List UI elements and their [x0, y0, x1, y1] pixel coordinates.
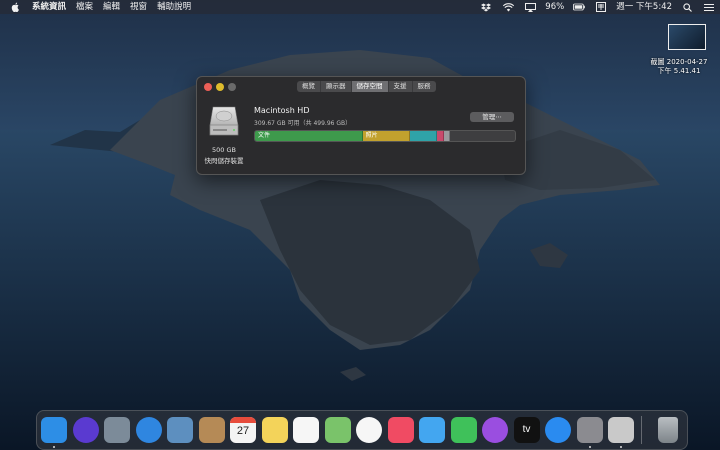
dock-reminders-icon[interactable]	[293, 417, 319, 443]
tab-service[interactable]: 服務	[412, 81, 436, 92]
battery-icon[interactable]	[573, 2, 586, 12]
volume-name: Macintosh HD	[254, 106, 310, 115]
desktop-wallpaper	[0, 0, 720, 450]
minimize-button[interactable]	[216, 83, 224, 91]
dock-launchpad-icon[interactable]	[104, 417, 130, 443]
about-this-mac-window: 概覽 顯示器 儲存空間 支援 服務 500 GB 快閃儲存裝置 Macintos…	[196, 76, 526, 175]
apple-tv-label: tv	[522, 424, 531, 435]
menu-edit[interactable]: 編輯	[98, 0, 125, 14]
dock-app-store-icon[interactable]	[545, 417, 571, 443]
hard-drive-icon	[209, 105, 239, 139]
dock-music-icon[interactable]	[387, 417, 414, 443]
dock-system-preferences-icon[interactable]	[576, 417, 603, 443]
dropbox-icon[interactable]	[480, 2, 492, 12]
dock-calendar-icon[interactable]: 27	[230, 417, 256, 443]
screenshot-file-time: 下午 5.41.41	[657, 67, 701, 75]
control-center-icon[interactable]	[703, 2, 715, 12]
dock-facetime-icon[interactable]	[450, 417, 477, 443]
menu-help[interactable]: 輔助說明	[152, 0, 196, 14]
wifi-icon[interactable]	[502, 2, 514, 12]
screenshot-file-label[interactable]: 截圖 2020-04-27 下午 5.41.41	[644, 58, 714, 76]
dock-maps-icon[interactable]	[324, 417, 351, 443]
menu-bar: 系統資訊 檔案 編輯 視窗 輔助說明 96% 週一 下午5:42	[0, 0, 720, 14]
manage-button[interactable]: 管理⋯	[470, 112, 514, 122]
dock-system-information-icon[interactable]	[608, 417, 634, 443]
tab-overview[interactable]: 概覽	[297, 81, 321, 92]
storage-segment[interactable]	[443, 131, 450, 141]
dock-podcasts-icon[interactable]	[482, 417, 508, 443]
dock-preview-icon[interactable]	[167, 417, 193, 443]
dock-running-indicator	[620, 446, 622, 448]
disk-type: 快閃儲存裝置	[204, 157, 244, 165]
apple-icon[interactable]	[10, 2, 20, 12]
window-titlebar[interactable]: 概覽 顯示器 儲存空間 支援 服務	[197, 77, 525, 97]
screenshot-file-thumbnail[interactable]	[668, 24, 706, 50]
dock-apple-tv-icon[interactable]: tv	[513, 417, 540, 443]
dock-running-indicator	[588, 446, 591, 448]
storage-segment-label: 照片	[365, 132, 378, 139]
close-button[interactable]	[204, 83, 212, 91]
dock-running-indicator	[53, 446, 55, 448]
segmented-tabs: 概覽 顯示器 儲存空間 支援 服務	[297, 81, 436, 92]
input-method-icon[interactable]	[595, 2, 607, 12]
storage-segment[interactable]: 文件	[255, 131, 363, 141]
tab-storage[interactable]: 儲存空間	[351, 81, 389, 92]
storage-segment[interactable]	[410, 131, 438, 141]
storage-segment[interactable]: 照片	[362, 131, 411, 141]
search-icon[interactable]	[681, 2, 693, 12]
dock-separator	[641, 416, 642, 444]
menu-file[interactable]: 檔案	[71, 0, 98, 14]
dock-photos-icon[interactable]	[356, 417, 382, 443]
calendar-day: 27	[236, 425, 250, 437]
dock-trash-icon[interactable]	[658, 417, 678, 443]
menu-app-name[interactable]: 系統資訊	[27, 0, 71, 14]
dock-siri-icon[interactable]	[72, 417, 99, 443]
menu-window[interactable]: 視窗	[125, 0, 152, 14]
storage-usage-bar[interactable]: 文件 照片	[254, 130, 516, 142]
screenshot-file-name: 截圖 2020-04-27	[650, 58, 708, 66]
dock-notes-icon[interactable]	[261, 417, 288, 443]
airplay-icon[interactable]	[524, 2, 536, 12]
battery-percent[interactable]: 96%	[545, 0, 564, 14]
dock-finder-icon[interactable]	[41, 417, 67, 443]
volume-available: 309.67 GB 可用（共 499.96 GB）	[254, 120, 352, 127]
tab-support[interactable]: 支援	[388, 81, 413, 92]
zoom-button[interactable]	[228, 83, 236, 91]
disk-capacity: 500 GB	[212, 146, 236, 154]
dock-contacts-icon[interactable]	[198, 417, 225, 443]
dock-safari-icon[interactable]	[135, 417, 162, 443]
storage-segment-label: 文件	[258, 132, 271, 139]
menu-clock[interactable]: 週一 下午5:42	[616, 0, 672, 14]
dock: 27 tv	[36, 410, 688, 450]
tab-displays[interactable]: 顯示器	[321, 81, 352, 92]
dock-messages-icon[interactable]	[419, 417, 445, 443]
